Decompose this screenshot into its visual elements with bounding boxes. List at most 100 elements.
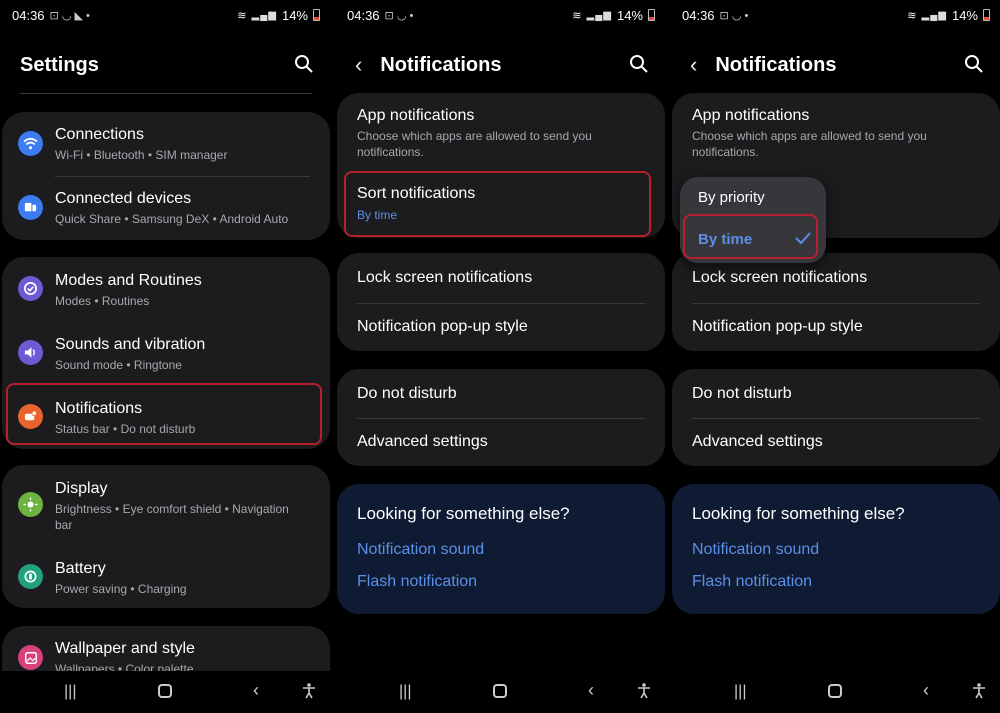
- item-title: Lock screen notifications: [357, 269, 533, 286]
- wifi-status-icon: ≋: [237, 9, 247, 22]
- item-subtitle: Sound mode • Ringtone: [55, 358, 182, 372]
- back-arrow-icon[interactable]: ‹: [690, 54, 697, 76]
- back-icon[interactable]: ‹: [253, 680, 259, 701]
- flash-notification-link[interactable]: Flash notification: [692, 573, 812, 591]
- item-subtitle-line1: Choose which apps are allowed to send yo…: [357, 129, 592, 143]
- back-arrow-icon[interactable]: ‹: [355, 54, 362, 76]
- notifications-header: ‹ Notifications: [670, 44, 1000, 86]
- search-icon[interactable]: [294, 54, 314, 79]
- connected-devices-icon: [18, 195, 43, 220]
- status-battery: 14%: [951, 7, 978, 23]
- settings-item-notifications[interactable]: Notifications Status bar • Do not distur…: [2, 385, 330, 449]
- notifications-screen: 04:36 ⊡ ◡ • ≋ ▂▄▆ 14% ‹ Notifications Ap…: [335, 0, 667, 713]
- item-title: Advanced settings: [692, 433, 823, 450]
- sort-notifications-item[interactable]: Sort notifications By time: [337, 171, 665, 238]
- item-subtitle: Status bar • Do not disturb: [55, 422, 196, 436]
- item-title: Sort notifications: [357, 185, 476, 202]
- sort-value: By time: [357, 208, 398, 222]
- item-subtitle: Modes • Routines: [55, 294, 150, 308]
- item-subtitle-line2: notifications.: [357, 145, 424, 159]
- settings-item-connections[interactable]: Connections Wi-Fi • Bluetooth • SIM mana…: [2, 112, 330, 176]
- settings-item-sounds[interactable]: Sounds and vibration Sound mode • Ringto…: [2, 321, 330, 385]
- popup-style-item[interactable]: Notification pop-up style: [672, 303, 1000, 351]
- sound-icon: [18, 340, 43, 365]
- search-icon[interactable]: [629, 54, 649, 79]
- signal-icon: ▂▄▆: [921, 9, 947, 21]
- looking-title: Looking for something else?: [357, 504, 570, 523]
- item-subtitle-line1: Choose which apps are allowed to send yo…: [692, 129, 927, 143]
- looking-title: Looking for something else?: [692, 504, 905, 523]
- status-icons: ⊡ ◡ •: [384, 9, 414, 22]
- checkmark-icon: [794, 231, 812, 250]
- home-icon[interactable]: [493, 684, 507, 698]
- lock-screen-notifications-item[interactable]: Lock screen notifications: [337, 253, 665, 302]
- option-by-priority[interactable]: By priority: [680, 177, 826, 219]
- app-notifications-item[interactable]: App notifications Choose which apps are …: [337, 93, 665, 171]
- item-subtitle-line2: bar: [55, 518, 73, 532]
- wallpaper-icon: [18, 645, 43, 670]
- settings-item-modes-routines[interactable]: Modes and Routines Modes • Routines: [2, 257, 330, 321]
- wifi-status-icon: ≋: [907, 9, 917, 22]
- settings-item-connected-devices[interactable]: Connected devices Quick Share • Samsung …: [2, 176, 330, 240]
- display-card: Display Brightness • Eye comfort shield …: [2, 465, 330, 608]
- recents-icon[interactable]: |||: [399, 683, 411, 701]
- back-icon[interactable]: ‹: [588, 680, 594, 701]
- lockscreen-card: Lock screen notifications Notification p…: [672, 253, 1000, 351]
- accessibility-icon[interactable]: [637, 683, 651, 704]
- signal-icon: ▂▄▆: [251, 9, 277, 21]
- navigation-bar: ||| ‹: [0, 671, 332, 713]
- connections-card: Connections Wi-Fi • Bluetooth • SIM mana…: [2, 112, 330, 240]
- status-icons: ⊡ ◡ ◣ •: [49, 9, 90, 22]
- item-title: App notifications: [692, 107, 810, 124]
- status-bar: 04:36 ⊡ ◡ ◣ • ≋ ▂▄▆ 14%: [0, 0, 332, 30]
- item-title: Modes and Routines: [55, 272, 202, 289]
- do-not-disturb-item[interactable]: Do not disturb: [337, 369, 665, 417]
- advanced-settings-item[interactable]: Advanced settings: [337, 418, 665, 466]
- modes-icon: [18, 276, 43, 301]
- status-icons: ⊡ ◡ •: [719, 9, 749, 22]
- settings-item-display[interactable]: Display Brightness • Eye comfort shield …: [2, 465, 330, 545]
- do-not-disturb-item[interactable]: Do not disturb: [672, 369, 1000, 417]
- item-subtitle-line2: notifications.: [692, 145, 759, 159]
- option-by-time[interactable]: By time: [680, 219, 826, 263]
- popup-style-item[interactable]: Notification pop-up style: [337, 303, 665, 351]
- option-label: By priority: [698, 189, 765, 206]
- item-subtitle: Wi-Fi • Bluetooth • SIM manager: [55, 148, 228, 162]
- recents-icon[interactable]: |||: [734, 683, 746, 701]
- notification-sound-link[interactable]: Notification sound: [357, 541, 484, 559]
- item-title: Wallpaper and style: [55, 640, 195, 657]
- item-subtitle-line1: Brightness • Eye comfort shield • Naviga…: [55, 502, 289, 516]
- app-notifications-item[interactable]: App notifications Choose which apps are …: [672, 93, 1000, 171]
- option-label: By time: [698, 231, 753, 248]
- notification-sound-link[interactable]: Notification sound: [692, 541, 819, 559]
- lockscreen-card: Lock screen notifications Notification p…: [337, 253, 665, 351]
- status-time: 04:36: [347, 7, 380, 23]
- item-title: Do not disturb: [357, 385, 457, 402]
- item-title: Advanced settings: [357, 433, 488, 450]
- item-title: App notifications: [357, 107, 475, 124]
- status-time: 04:36: [12, 7, 45, 23]
- accessibility-icon[interactable]: [972, 683, 986, 704]
- scroll-edge: [20, 93, 312, 94]
- home-icon[interactable]: [158, 684, 172, 698]
- battery-status-icon: [648, 9, 655, 21]
- accessibility-icon[interactable]: [302, 683, 316, 704]
- recents-icon[interactable]: |||: [64, 683, 76, 701]
- item-title: Notification pop-up style: [692, 318, 863, 335]
- back-icon[interactable]: ‹: [923, 680, 929, 701]
- notifications-icon: [18, 404, 43, 429]
- display-icon: [18, 492, 43, 517]
- item-title: Notifications: [55, 400, 143, 417]
- search-icon[interactable]: [964, 54, 984, 79]
- flash-notification-link[interactable]: Flash notification: [357, 573, 477, 591]
- home-icon[interactable]: [828, 684, 842, 698]
- status-battery: 14%: [616, 7, 643, 23]
- advanced-settings-item[interactable]: Advanced settings: [672, 418, 1000, 466]
- status-bar: 04:36 ⊡ ◡ • ≋ ▂▄▆ 14%: [335, 0, 667, 30]
- status-bar: 04:36 ⊡ ◡ • ≋ ▂▄▆ 14%: [670, 0, 1000, 30]
- battery-status-icon: [983, 9, 990, 21]
- navigation-bar: ||| ‹: [670, 671, 1000, 713]
- page-title: Notifications: [380, 53, 502, 76]
- item-title: Lock screen notifications: [692, 269, 868, 286]
- settings-item-battery[interactable]: Battery Power saving • Charging: [2, 545, 330, 608]
